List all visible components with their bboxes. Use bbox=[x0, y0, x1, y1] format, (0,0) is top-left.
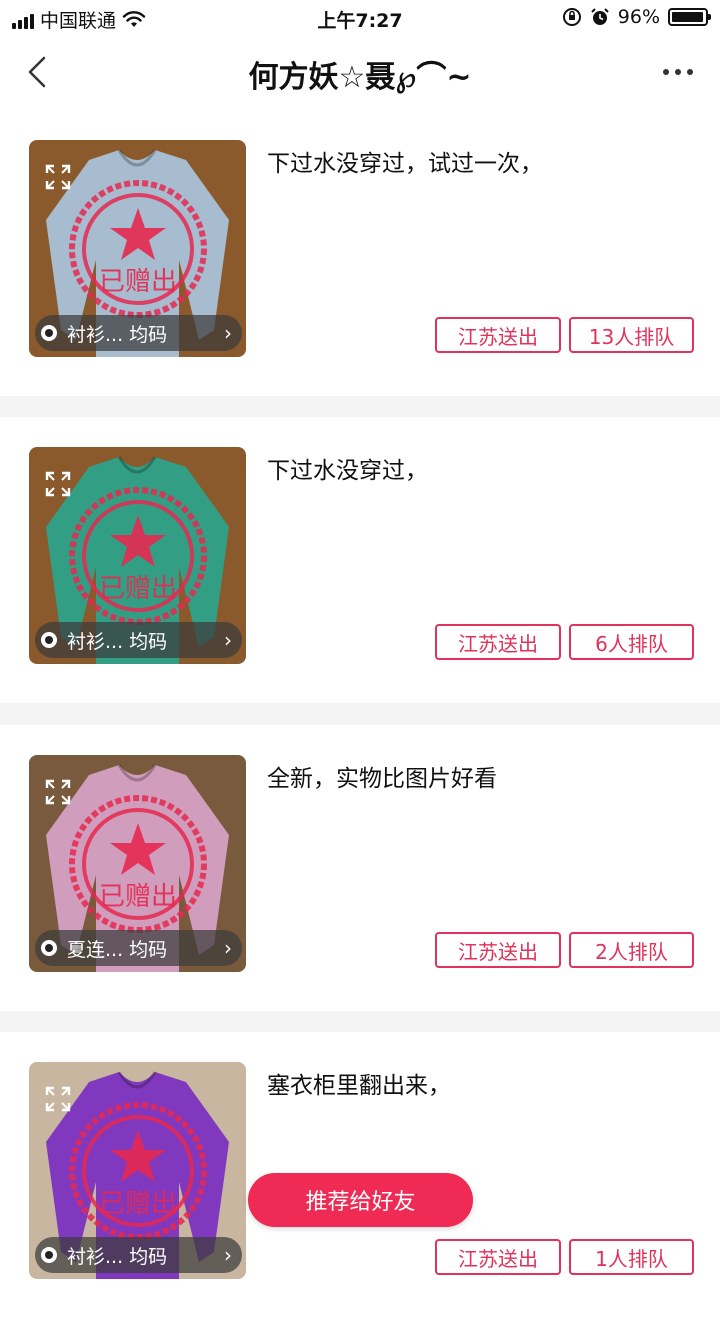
item-category-label[interactable]: 衬衫... 均码 › bbox=[35, 1237, 242, 1273]
item-thumbnail[interactable]: 已赠出 衬衫... 均码 › bbox=[29, 1062, 246, 1279]
chevron-right-icon: › bbox=[224, 321, 232, 345]
tag-dot-icon bbox=[41, 632, 57, 648]
item-label-text: 衬衫... 均码 bbox=[67, 630, 168, 653]
rotation-lock-icon bbox=[562, 8, 581, 26]
stamp-text: 已赠出 bbox=[99, 1189, 177, 1219]
item-description: 下过水没穿过，试过一次， bbox=[267, 151, 543, 177]
status-bar: 中国联通 上午7:27 96% bbox=[0, 0, 720, 36]
item-thumbnail[interactable]: 已赠出 衬衫... 均码 › bbox=[29, 140, 246, 357]
queue-tag[interactable]: 13人排队 bbox=[569, 317, 694, 353]
queue-tag[interactable]: 6人排队 bbox=[569, 624, 694, 660]
chevron-right-icon: › bbox=[224, 628, 232, 652]
chevron-right-icon: › bbox=[224, 936, 232, 960]
given-away-stamp: 已赠出 bbox=[69, 487, 207, 625]
item-label-text: 衬衫... 均码 bbox=[67, 323, 168, 346]
item-thumbnail[interactable]: 已赠出 衬衫... 均码 › bbox=[29, 447, 246, 664]
item-card[interactable]: 已赠出 衬衫... 均码 › 下过水没穿过， 江苏送出 6人排队 bbox=[0, 417, 720, 703]
region-tag[interactable]: 江苏送出 bbox=[435, 932, 561, 968]
nav-bar: 何方妖☆聂℘⌒~ bbox=[0, 36, 720, 110]
queue-tag[interactable]: 1人排队 bbox=[569, 1239, 694, 1275]
queue-tag[interactable]: 2人排队 bbox=[569, 932, 694, 968]
item-description: 塞衣柜里翻出来， bbox=[267, 1073, 451, 1099]
item-description: 下过水没穿过， bbox=[267, 458, 428, 484]
recommend-to-friend-button[interactable]: 推荐给好友 bbox=[248, 1173, 473, 1227]
page-title: 何方妖☆聂℘⌒~ bbox=[248, 60, 472, 95]
alarm-icon bbox=[591, 8, 609, 25]
battery-icon bbox=[668, 8, 711, 26]
item-category-label[interactable]: 衬衫... 均码 › bbox=[35, 315, 242, 351]
region-tag[interactable]: 江苏送出 bbox=[435, 1239, 561, 1275]
region-tag[interactable]: 江苏送出 bbox=[435, 317, 561, 353]
item-label-text: 夏连... 均码 bbox=[67, 938, 168, 961]
stamp-text: 已赠出 bbox=[99, 267, 177, 297]
item-description: 全新，实物比图片好看 bbox=[267, 766, 497, 792]
more-options-icon[interactable] bbox=[658, 62, 698, 82]
item-label-text: 衬衫... 均码 bbox=[67, 1245, 168, 1268]
chevron-right-icon: › bbox=[224, 1243, 232, 1267]
tag-dot-icon bbox=[41, 325, 57, 341]
item-category-label[interactable]: 衬衫... 均码 › bbox=[35, 622, 242, 658]
item-card[interactable]: 已赠出 夏连... 均码 › 全新，实物比图片好看 江苏送出 2人排队 bbox=[0, 725, 720, 1011]
stamp-text: 已赠出 bbox=[99, 574, 177, 604]
stamp-text: 已赠出 bbox=[99, 882, 177, 912]
item-category-label[interactable]: 夏连... 均码 › bbox=[35, 930, 242, 966]
item-card[interactable]: 已赠出 衬衫... 均码 › 下过水没穿过，试过一次， 江苏送出 13人排队 bbox=[0, 110, 720, 396]
region-tag[interactable]: 江苏送出 bbox=[435, 624, 561, 660]
given-away-stamp: 已赠出 bbox=[69, 795, 207, 933]
item-thumbnail[interactable]: 已赠出 夏连... 均码 › bbox=[29, 755, 246, 972]
battery-percent: 96% bbox=[617, 6, 660, 28]
tag-dot-icon bbox=[41, 1247, 57, 1263]
given-away-stamp: 已赠出 bbox=[69, 1102, 207, 1240]
given-away-stamp: 已赠出 bbox=[69, 180, 207, 318]
tag-dot-icon bbox=[41, 940, 57, 956]
